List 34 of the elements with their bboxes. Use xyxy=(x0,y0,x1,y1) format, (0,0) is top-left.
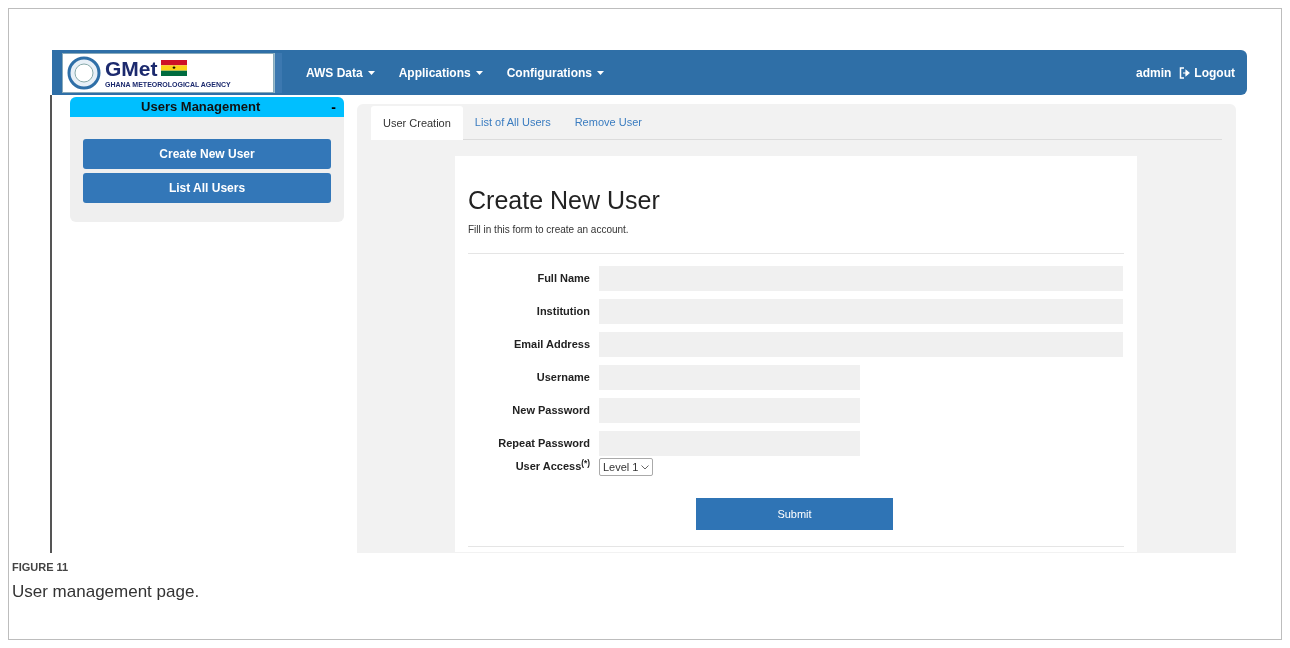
field-label: Repeat Password xyxy=(497,436,590,452)
logo-title: GMet xyxy=(105,57,158,79)
figure-label: FIGURE 11 xyxy=(12,560,70,575)
field-label: Full Name xyxy=(536,271,590,287)
username-label: admin xyxy=(1136,64,1172,82)
form-subtitle: Fill in this form to create an account. xyxy=(468,223,630,237)
nav-menu[interactable]: Configurations xyxy=(506,63,605,82)
field-label: New Password xyxy=(511,403,590,419)
figure-caption: User management page. xyxy=(12,580,201,603)
globe-icon xyxy=(67,55,101,90)
field-label: User Access$^{(*)}$ xyxy=(514,458,590,474)
tab[interactable]: User Creation xyxy=(371,106,463,140)
logo-strip xyxy=(274,52,282,93)
field-label: Institution xyxy=(535,304,590,320)
submit-button[interactable]: Submit xyxy=(696,498,893,530)
caret-icon xyxy=(597,70,605,75)
level-dropdown[interactable]: Level 1 xyxy=(599,458,654,476)
caret-icon xyxy=(475,70,483,75)
field-label: Username xyxy=(535,370,590,386)
tab[interactable]: Remove User xyxy=(562,105,654,139)
sidebar-button[interactable]: Create New User xyxy=(83,139,331,169)
caret-icon xyxy=(367,70,375,75)
sidebar-button[interactable]: List All Users xyxy=(83,173,331,203)
logout-icon xyxy=(1179,66,1192,79)
form-title: Create New User xyxy=(468,185,661,216)
panel-title: Users Management xyxy=(140,98,262,117)
collapse-button[interactable]: - xyxy=(331,100,336,114)
chevron-icon xyxy=(641,464,650,470)
nav-menu[interactable]: AWS Data xyxy=(306,63,375,82)
field-label: Email Address xyxy=(513,337,590,353)
logout-link[interactable]: Logout xyxy=(1179,63,1235,82)
flag-icon xyxy=(160,60,187,76)
tab[interactable]: List of All Users xyxy=(462,105,563,139)
nav-menu[interactable]: Applications xyxy=(398,63,483,82)
